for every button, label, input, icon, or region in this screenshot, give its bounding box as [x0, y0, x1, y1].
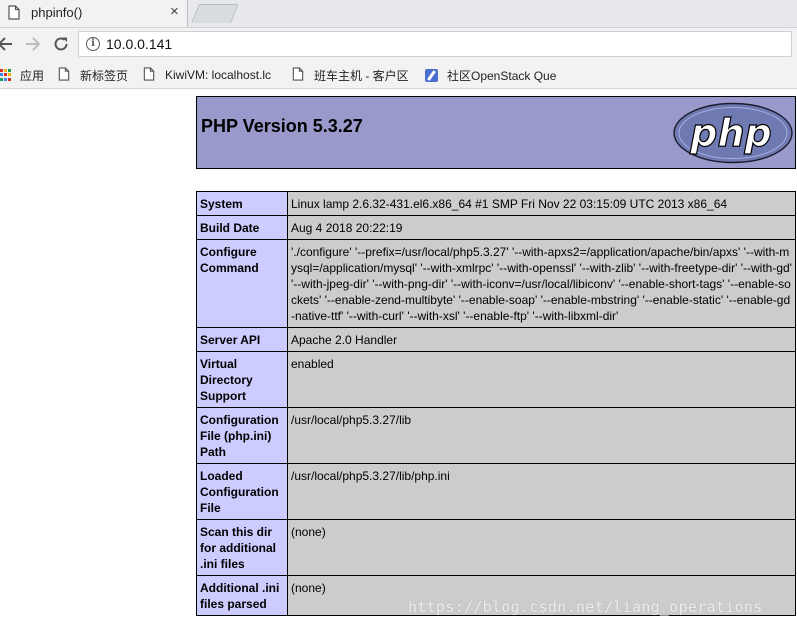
document-icon [143, 66, 155, 84]
apps-grid-icon [0, 69, 12, 81]
document-icon [58, 66, 70, 84]
bookmarks-bar: 应用 新标签页 KiwiVM: localhost.lc 班车主机 - 客户区 … [0, 61, 797, 89]
info-icon[interactable]: i [86, 37, 100, 51]
table-row: Scan this dir for additional .ini files … [196, 519, 796, 576]
row-key: Additional .ini files parsed [196, 575, 288, 616]
php-header: PHP Version 5.3.27 php [196, 96, 796, 169]
row-value: Aug 4 2018 20:22:19 [287, 215, 796, 240]
row-key: Loaded Configuration File [196, 463, 288, 520]
row-value: (none) [287, 519, 796, 576]
row-key: System [196, 191, 288, 216]
php-logo[interactable]: php [672, 102, 794, 169]
openstack-icon [425, 68, 438, 82]
bookmark-label: KiwiVM: localhost.lc [165, 68, 272, 82]
page-title: PHP Version 5.3.27 [201, 116, 363, 136]
bookmark-label: 班车主机 - 客户区 [314, 68, 409, 83]
row-key: Configuration File (php.ini) Path [196, 407, 288, 464]
new-tab-button[interactable] [191, 4, 239, 23]
row-key: Scan this dir for additional .ini files [196, 519, 288, 576]
browser-toolbar: i 10.0.0.141 [0, 28, 797, 61]
table-row: System Linux lamp 2.6.32-431.el6.x86_64 … [196, 191, 796, 216]
row-value: enabled [287, 351, 796, 408]
reload-icon[interactable] [50, 33, 72, 55]
tab-phpinfo[interactable]: phpinfo() × [0, 0, 188, 27]
table-row: Virtual Directory Support enabled [196, 351, 796, 408]
bookmark-label: 应用 [20, 68, 45, 83]
tab-strip: phpinfo() × [0, 0, 797, 28]
row-value: /usr/local/php5.3.27/lib/php.ini [287, 463, 796, 520]
table-row: Configuration File (php.ini) Path /usr/l… [196, 407, 796, 464]
bookmark-label: 新标签页 [80, 68, 129, 83]
page-content: PHP Version 5.3.27 php System Linux lamp… [0, 89, 797, 629]
back-arrow-icon[interactable] [0, 33, 16, 55]
document-icon [292, 66, 304, 84]
bookmark-kiwivm[interactable]: KiwiVM: localhost.lc [143, 66, 277, 84]
watermark-text: https://blog.csdn.net/liang_operations [408, 598, 763, 616]
row-key: Virtual Directory Support [196, 351, 288, 408]
address-bar[interactable]: i 10.0.0.141 [78, 31, 792, 57]
php-logo-text: php [689, 111, 771, 155]
table-row: Build Date Aug 4 2018 20:22:19 [196, 215, 796, 240]
document-icon [8, 5, 20, 25]
bookmark-new-tab[interactable]: 新标签页 [58, 66, 128, 84]
php-info-table: System Linux lamp 2.6.32-431.el6.x86_64 … [196, 191, 796, 616]
row-value: Linux lamp 2.6.32-431.el6.x86_64 #1 SMP … [287, 191, 796, 216]
row-key: Server API [196, 327, 288, 352]
row-value: './configure' '--prefix=/usr/local/php5.… [287, 239, 796, 328]
bookmark-bus-host[interactable]: 班车主机 - 客户区 [292, 66, 409, 84]
url-text[interactable]: 10.0.0.141 [106, 36, 172, 52]
row-key: Configure Command [196, 239, 288, 328]
bookmark-label: 社区OpenStack Que [447, 68, 557, 83]
table-row: Configure Command './configure' '--prefi… [196, 239, 796, 328]
tab-title: phpinfo() [31, 5, 83, 20]
tab-close-icon[interactable]: × [170, 4, 179, 20]
row-value: Apache 2.0 Handler [287, 327, 796, 352]
bookmark-openstack[interactable]: 社区OpenStack Que [425, 66, 562, 84]
table-row: Loaded Configuration File /usr/local/php… [196, 463, 796, 520]
row-key: Build Date [196, 215, 288, 240]
bookmark-apps[interactable]: 应用 [0, 66, 44, 84]
forward-arrow-icon[interactable] [22, 33, 44, 55]
row-value: /usr/local/php5.3.27/lib [287, 407, 796, 464]
table-row: Server API Apache 2.0 Handler [196, 327, 796, 352]
